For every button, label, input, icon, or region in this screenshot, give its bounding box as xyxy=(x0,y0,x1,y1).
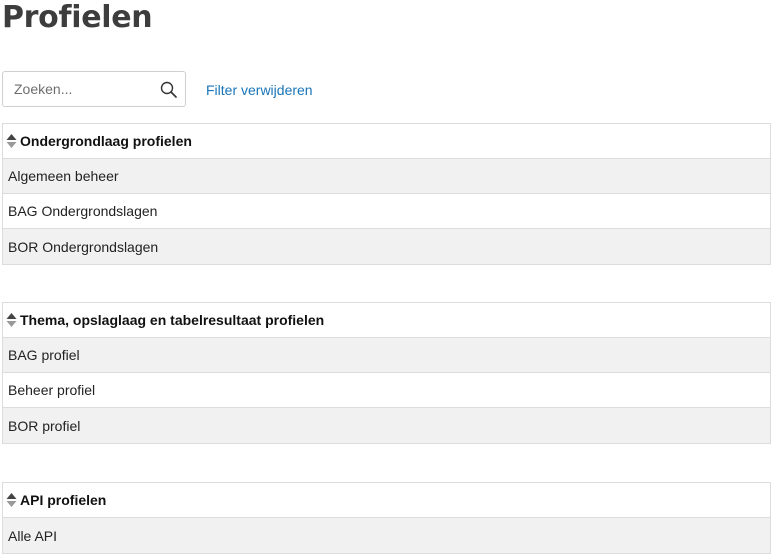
search-box xyxy=(2,71,186,107)
table-row[interactable]: BOR Ondergrondslagen xyxy=(3,229,770,264)
table-row[interactable]: BAG Ondergrondslagen xyxy=(3,194,770,229)
table-row[interactable]: BOR profiel xyxy=(3,408,770,443)
clear-filter-link[interactable]: Filter verwijderen xyxy=(206,82,313,98)
row-label: BAG Ondergrondslagen xyxy=(8,203,158,219)
row-label: BAG profiel xyxy=(8,347,80,363)
column-header-sortable[interactable]: API profielen xyxy=(3,483,770,518)
sort-updown-icon xyxy=(6,493,17,507)
search-icon[interactable] xyxy=(160,81,177,98)
row-label: BOR profiel xyxy=(8,417,81,434)
column-header-label: Thema, opslaglaag en tabelresultaat prof… xyxy=(20,312,325,328)
table-row[interactable]: Alle API xyxy=(3,518,770,553)
table-row[interactable]: Algemeen beheer xyxy=(3,159,770,194)
api-profielen-table: API profielen Alle API xyxy=(2,482,771,554)
row-label: BOR Ondergrondslagen xyxy=(8,238,159,255)
column-header-label: API profielen xyxy=(20,492,107,508)
search-input[interactable] xyxy=(3,72,153,106)
sort-updown-icon xyxy=(6,134,17,148)
sort-updown-icon xyxy=(6,313,17,327)
thema-profielen-table: Thema, opslaglaag en tabelresultaat prof… xyxy=(2,302,771,444)
table-row[interactable]: Beheer profiel xyxy=(3,373,770,408)
row-label: Beheer profiel xyxy=(8,382,96,398)
table-row[interactable]: BAG profiel xyxy=(3,338,770,373)
column-header-sortable[interactable]: Thema, opslaglaag en tabelresultaat prof… xyxy=(3,303,770,338)
column-header-sortable[interactable]: Ondergrondlaag profielen xyxy=(3,124,770,159)
ondergrondlaag-profielen-table: Ondergrondlaag profielen Algemeen beheer… xyxy=(2,123,771,265)
row-label: Alle API xyxy=(8,527,58,544)
row-label: Algemeen beheer xyxy=(8,168,119,184)
page-title: Profielen xyxy=(2,0,153,35)
column-header-label: Ondergrondlaag profielen xyxy=(20,133,192,149)
